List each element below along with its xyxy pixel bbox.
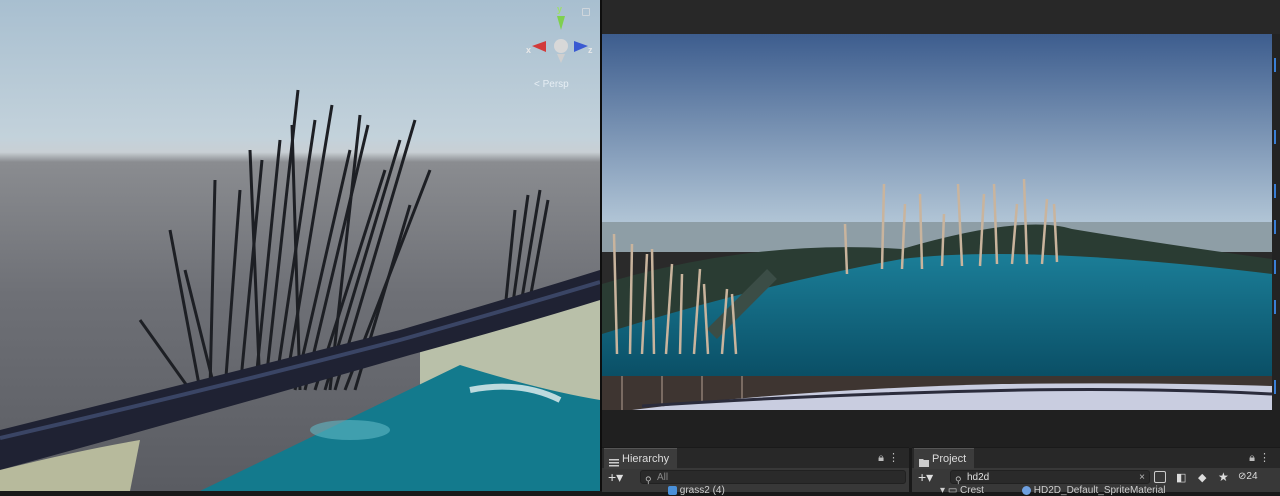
project-panel: Project 🔒︎⋮ +▾ ⚲ hd2d × ◧ ◆ ★ ⊘24 ▾ ▭ Cr… <box>912 447 1280 496</box>
gizmo-z-label: z <box>588 45 593 55</box>
game-footer <box>602 410 1280 448</box>
filter-by-type-icon[interactable]: ◧ <box>1176 471 1186 484</box>
projection-toggle[interactable]: < Persp <box>534 79 569 90</box>
scene-view[interactable]: y x z < Persp <box>0 0 600 491</box>
more-options-icon[interactable]: ⋮ <box>888 452 903 464</box>
lock-icon[interactable] <box>582 8 590 16</box>
project-tabbar: Project 🔒︎⋮ <box>912 448 1280 469</box>
project-search-value: hd2d <box>967 472 990 483</box>
game-toolbar <box>602 0 1280 34</box>
scene-render <box>0 89 600 491</box>
project-search-input[interactable]: ⚲ hd2d × <box>950 470 1150 485</box>
hidden-packages-toggle[interactable]: ⊘24 <box>1238 471 1258 482</box>
hierarchy-tabbar: Hierarchy 🔒︎⋮ <box>602 448 909 469</box>
orientation-gizmo[interactable]: y x z <box>526 4 596 78</box>
clear-search-icon[interactable]: × <box>1139 471 1145 485</box>
hierarchy-search-placeholder: All <box>657 472 669 483</box>
tab-hierarchy[interactable]: Hierarchy <box>604 448 678 469</box>
favorite-icon[interactable]: ★ <box>1218 470 1229 484</box>
material-icon <box>1022 485 1031 495</box>
tab-project[interactable]: Project <box>914 448 975 469</box>
list-icon <box>609 454 619 467</box>
projection-label: Persp <box>542 79 569 90</box>
lock-icon[interactable]: 🔒︎ <box>878 452 888 464</box>
gizmo-x-label: x <box>526 45 532 55</box>
search-scope-icon[interactable] <box>1154 471 1166 483</box>
more-options-icon[interactable]: ⋮ <box>1259 452 1274 464</box>
chevron-left-icon: < <box>534 79 540 90</box>
gizmo-axes-icon <box>532 16 588 63</box>
filter-by-label-icon[interactable]: ◆ <box>1198 471 1206 484</box>
folder-icon <box>919 454 929 467</box>
scrollbar[interactable] <box>1272 34 1280 410</box>
create-dropdown-button[interactable]: +▾ <box>918 470 933 484</box>
add-dropdown-button[interactable]: +▾ <box>608 470 623 484</box>
search-icon: ⚲ <box>645 475 652 485</box>
hierarchy-search-input[interactable]: ⚲ All <box>640 470 906 485</box>
gizmo-y-label: y <box>557 4 563 14</box>
hierarchy-panel: Hierarchy 🔒︎⋮ +▾ ⚲ All grass2 (4) <box>602 447 909 496</box>
tab-project-label: Project <box>932 453 967 465</box>
tab-hierarchy-label: Hierarchy <box>622 453 670 465</box>
hierarchy-toolbar: +▾ ⚲ All <box>602 468 909 488</box>
game-view[interactable] <box>602 34 1272 410</box>
lock-icon[interactable]: 🔒︎ <box>1249 452 1259 464</box>
game-render <box>602 34 1272 410</box>
hidden-count: 24 <box>1246 471 1258 482</box>
checkbox-icon[interactable] <box>668 485 677 495</box>
game-window <box>602 0 1280 491</box>
